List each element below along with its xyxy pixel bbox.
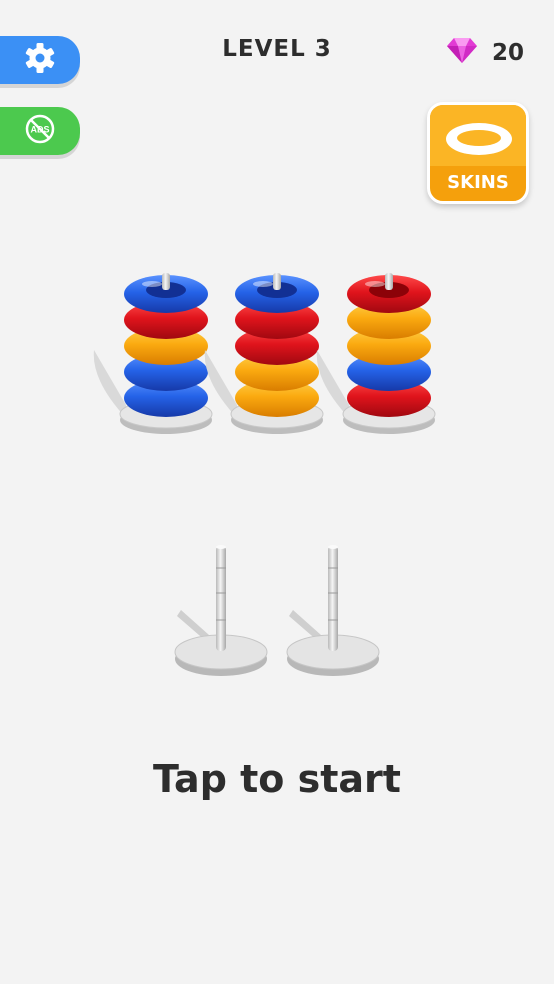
tower-shadow [316, 350, 349, 418]
game-board[interactable] [0, 0, 554, 984]
peg-pole [216, 546, 226, 651]
ring-highlight [365, 281, 385, 287]
tower[interactable] [316, 273, 436, 434]
peg-cap [328, 545, 338, 549]
ring-highlight [253, 281, 273, 287]
tower-pole [385, 273, 393, 290]
tower-pole [273, 273, 281, 290]
peg-pole [328, 546, 338, 651]
tower[interactable] [93, 273, 213, 434]
tower-shadow [93, 350, 126, 418]
tap-to-start-prompt[interactable]: Tap to start [0, 757, 554, 801]
tower-shadow [204, 350, 237, 418]
peg-cap [216, 545, 226, 549]
empty-peg[interactable] [174, 545, 268, 676]
tower-pole [162, 273, 170, 290]
tower[interactable] [204, 273, 324, 434]
ring-highlight [142, 281, 162, 287]
empty-peg[interactable] [286, 545, 380, 676]
